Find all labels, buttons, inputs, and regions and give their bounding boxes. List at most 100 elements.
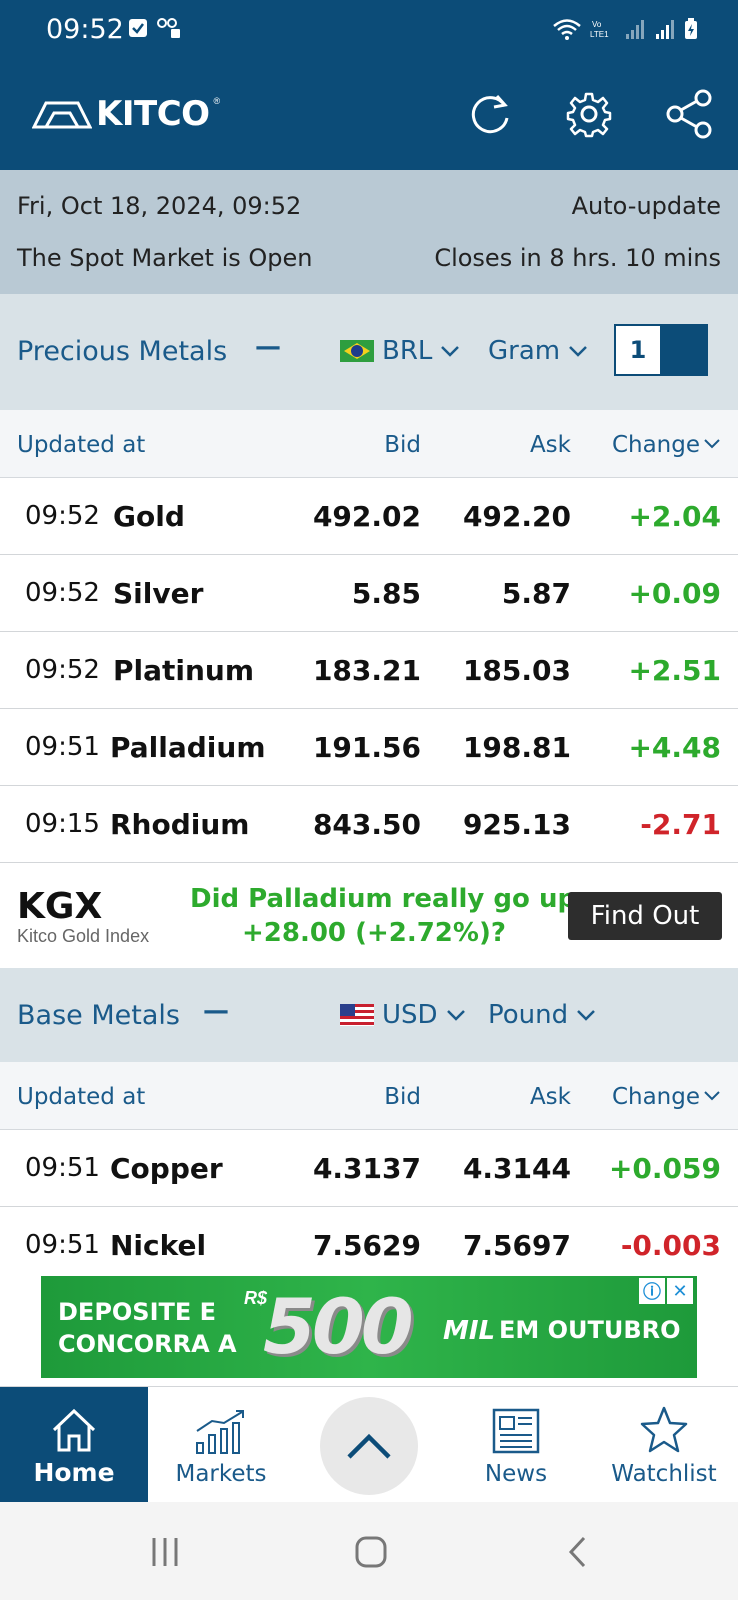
refresh-button[interactable]	[463, 86, 519, 142]
row-change: +0.059	[608, 1152, 721, 1185]
ad-banner[interactable]: DEPOSITE E CONCORRA A R$ 500 MIL EM OUTU…	[41, 1276, 697, 1378]
table-row[interactable]: 09:51 Nickel 7.5629 7.5697 -0.003	[0, 1207, 738, 1269]
col-bid: Bid	[384, 1084, 421, 1110]
quantity-value[interactable]: 1	[616, 326, 660, 374]
currency-selector[interactable]: BRL	[340, 336, 460, 366]
row-change: +2.04	[628, 500, 721, 533]
nav-watchlist[interactable]: Watchlist	[590, 1387, 738, 1503]
col-updated-at: Updated at	[17, 1084, 146, 1110]
current-datetime: Fri, Oct 18, 2024, 09:52	[17, 192, 302, 220]
kitco-logo-icon	[32, 101, 92, 129]
row-ask: 5.87	[501, 577, 571, 610]
row-ask: 492.20	[462, 500, 571, 533]
col-updated-at: Updated at	[17, 432, 146, 458]
voicemail-icon	[156, 18, 182, 45]
bottom-navigation: Home Markets News Watchlist	[0, 1386, 738, 1503]
settings-button[interactable]	[561, 86, 617, 142]
scroll-up-button[interactable]	[320, 1397, 418, 1495]
table-row[interactable]: 09:15 Rhodium 843.50 925.13 -2.71	[0, 786, 738, 863]
ad-close-icon[interactable]: ✕	[667, 1278, 693, 1304]
row-time: 09:15	[25, 809, 100, 839]
chevron-down-icon	[577, 1010, 596, 1021]
kgx-subtitle: Kitco Gold Index	[17, 926, 150, 946]
chevron-down-icon	[446, 1010, 465, 1021]
quantity-fill	[660, 326, 706, 374]
ad-text: DEPOSITE E CONCORRA A	[58, 1296, 237, 1360]
currency-selector[interactable]: USD	[340, 1000, 466, 1030]
recent-apps-button[interactable]	[135, 1530, 195, 1574]
row-change: +2.51	[628, 654, 721, 687]
recent-apps-icon	[152, 1538, 178, 1566]
nav-home[interactable]: Home	[0, 1387, 148, 1503]
col-change[interactable]: Change	[612, 1084, 700, 1110]
col-ask: Ask	[529, 1084, 571, 1110]
row-change: -0.003	[620, 1229, 721, 1262]
row-bid: 7.5629	[312, 1229, 421, 1262]
row-bid: 5.85	[351, 577, 421, 610]
row-time: 09:52	[25, 655, 100, 685]
unit-label: Pound	[488, 1000, 569, 1030]
market-status: The Spot Market is Open	[17, 244, 313, 272]
unit-selector[interactable]: Pound	[488, 1000, 596, 1030]
row-change: +4.48	[628, 731, 721, 764]
signal-icon	[626, 20, 644, 39]
star-icon	[640, 1406, 688, 1453]
table-row[interactable]: 09:51 Copper 4.3137 4.3144 +0.059	[0, 1130, 738, 1207]
collapse-minus-icon[interactable]: —	[203, 996, 229, 1026]
quantity-input[interactable]: 1	[614, 324, 708, 376]
row-time: 09:52	[25, 578, 100, 608]
share-button[interactable]	[661, 86, 717, 142]
row-bid: 183.21	[312, 654, 421, 687]
ad-mil: MIL	[443, 1316, 496, 1346]
back-icon	[568, 1536, 586, 1568]
table-row[interactable]: 09:52 Silver 5.85 5.87 +0.09	[0, 555, 738, 632]
row-metal-name: Silver	[113, 577, 204, 610]
find-out-button[interactable]: Find Out	[568, 892, 722, 940]
unit-selector[interactable]: Gram	[488, 336, 588, 366]
ad-rest: EM OUTUBRO	[499, 1316, 681, 1344]
market-info-bar: Fri, Oct 18, 2024, 09:52 Auto-update The…	[0, 170, 738, 294]
chevron-down-icon	[704, 1091, 720, 1101]
home-system-button[interactable]	[341, 1530, 401, 1574]
ad-line2: CONCORRA A	[58, 1330, 237, 1358]
news-icon	[492, 1408, 540, 1454]
table-row[interactable]: 09:52 Gold 492.02 492.20 +2.04	[0, 478, 738, 555]
nav-markets[interactable]: Markets	[148, 1387, 294, 1503]
wifi-icon	[553, 19, 581, 40]
chevron-down-icon	[704, 439, 720, 449]
nav-news[interactable]: News	[443, 1387, 589, 1503]
base-metals-header: Base Metals — USD Pound	[0, 968, 738, 1062]
row-ask: 925.13	[462, 808, 571, 841]
app-bar: KITCO ®	[0, 62, 738, 170]
table-row[interactable]: 09:51 Palladium 191.56 198.81 +4.48	[0, 709, 738, 786]
auto-update-label[interactable]: Auto-update	[572, 192, 721, 220]
ad-info-icon[interactable]: ⓘ	[639, 1278, 665, 1304]
currency-label: BRL	[382, 336, 433, 366]
check-notification-icon	[128, 18, 148, 43]
brazil-flag-icon	[340, 340, 374, 362]
unit-label: Gram	[488, 336, 561, 366]
volte-icon: VoLTE1	[590, 20, 609, 39]
status-time: 09:52	[46, 14, 124, 45]
nav-home-label: Home	[33, 1458, 115, 1487]
row-ask: 4.3144	[462, 1152, 571, 1185]
back-button[interactable]	[548, 1530, 608, 1574]
row-ask: 7.5697	[462, 1229, 571, 1262]
row-ask: 198.81	[462, 731, 571, 764]
base-column-header: Updated at Bid Ask Change	[0, 1062, 738, 1130]
row-bid: 843.50	[312, 808, 421, 841]
share-icon	[666, 89, 712, 139]
row-bid: 4.3137	[312, 1152, 421, 1185]
collapse-minus-icon[interactable]: —	[255, 332, 281, 362]
table-row[interactable]: 09:52 Platinum 183.21 185.03 +2.51	[0, 632, 738, 709]
settings-icon	[566, 92, 612, 138]
kgx-logo: KGX	[17, 886, 103, 927]
col-change[interactable]: Change	[612, 432, 700, 458]
refresh-icon	[471, 95, 509, 134]
row-metal-name: Platinum	[113, 654, 255, 687]
system-navigation-bar	[0, 1502, 738, 1600]
ad-amount: 500	[263, 1282, 414, 1371]
nav-markets-label: Markets	[175, 1461, 267, 1487]
precious-metals-title: Precious Metals	[17, 336, 228, 367]
ad-controls: ⓘ ✕	[639, 1278, 693, 1304]
